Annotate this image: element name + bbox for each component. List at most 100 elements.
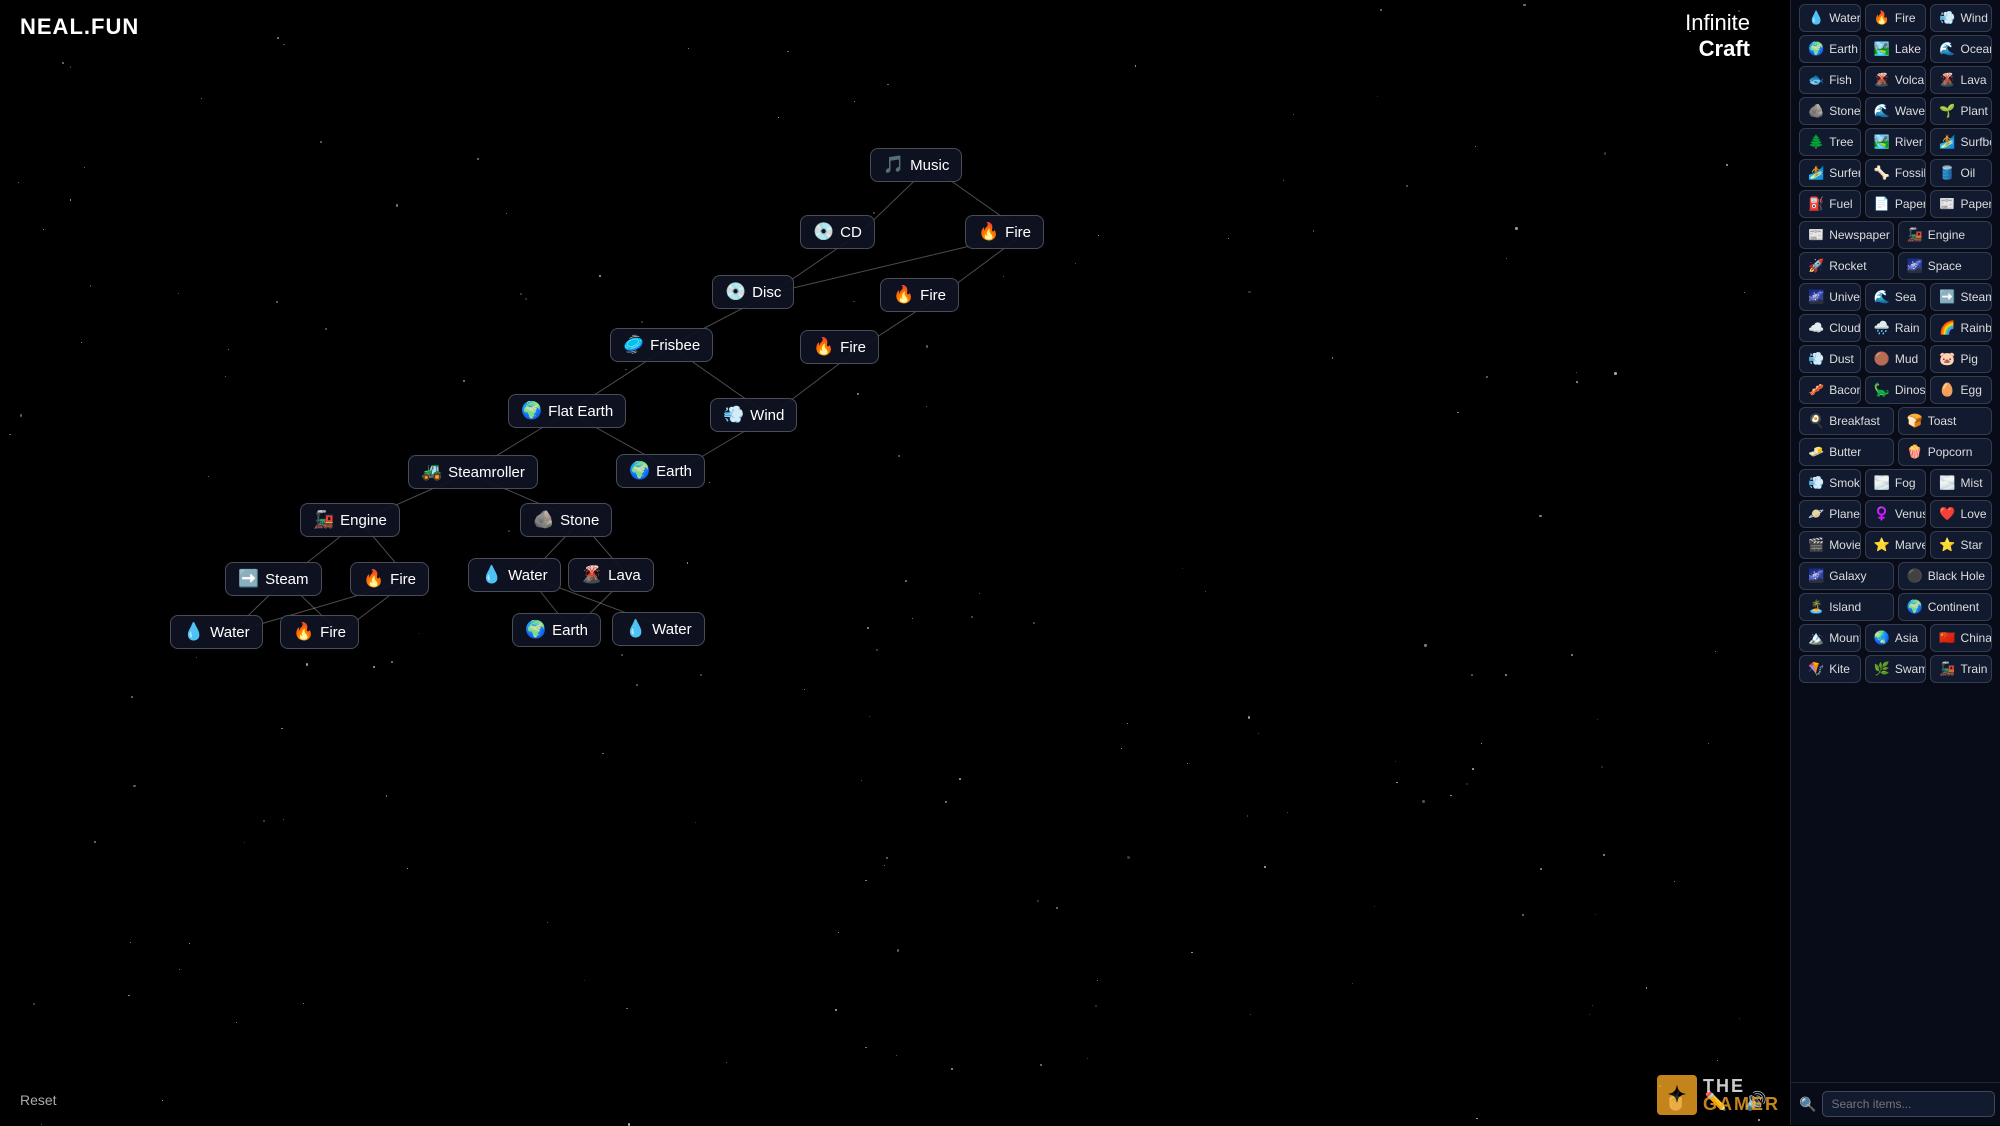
sidebar-item-oil[interactable]: 🛢️Oil [1930, 159, 1992, 187]
node-engine1[interactable]: 🚂Engine [300, 503, 400, 537]
sidebar-item-surfboard[interactable]: 🏄Surfboard [1930, 128, 1992, 156]
sidebar-item-island[interactable]: 🏝️Island [1799, 593, 1894, 621]
node-earth1[interactable]: 🌍Earth [616, 454, 705, 488]
sidebar-emoji-planet: 🪐 [1808, 506, 1824, 522]
sidebar-item-love[interactable]: ❤️Love [1930, 500, 1992, 528]
node-fire5[interactable]: 🔥Fire [280, 615, 359, 649]
node-label-fire5: Fire [320, 624, 346, 641]
sidebar-item-stone[interactable]: 🪨Stone [1799, 97, 1861, 125]
node-frisbee[interactable]: 🥏Frisbee [610, 328, 713, 362]
sidebar-item-tree[interactable]: 🌲Tree [1799, 128, 1861, 156]
sidebar-emoji-galaxy: 🌌 [1808, 568, 1824, 584]
sidebar-emoji-china: 🇨🇳 [1939, 630, 1955, 646]
sidebar-item-marvel[interactable]: ⭐Marvel [1865, 531, 1927, 559]
node-flatearth[interactable]: 🌍Flat Earth [508, 394, 626, 428]
sidebar-item-engine[interactable]: 🚂Engine [1898, 221, 1993, 249]
sidebar-item-sea[interactable]: 🌊Sea [1865, 283, 1927, 311]
node-water1[interactable]: 💧Water [468, 558, 561, 592]
node-fire1[interactable]: 🔥Fire [965, 215, 1044, 249]
sidebar-item-kite[interactable]: 🪁Kite [1799, 655, 1861, 683]
sidebar-item-surfer[interactable]: 🏄Surfer [1799, 159, 1861, 187]
sidebar-item-rain[interactable]: 🌧️Rain [1865, 314, 1927, 342]
sidebar-item-fossil[interactable]: 🦴Fossil [1865, 159, 1927, 187]
sidebar-label-rainbow: Rainbow [1961, 321, 1992, 335]
sidebar-item-lake[interactable]: 🏞️Lake [1865, 35, 1927, 63]
sidebar-item-star[interactable]: ⭐Star [1930, 531, 1992, 559]
sidebar-item-bacon[interactable]: 🥓Bacon [1799, 376, 1861, 404]
sidebar-row-21: 🪁Kite🌿Swamp🚂Train [1799, 655, 1992, 683]
sidebar-item-rocket[interactable]: 🚀Rocket [1799, 252, 1894, 280]
sidebar-item-fire[interactable]: 🔥Fire [1865, 4, 1927, 32]
sidebar-item-movie[interactable]: 🎬Movie [1799, 531, 1861, 559]
sidebar-item-venus[interactable]: ♀️Venus [1865, 500, 1927, 528]
sidebar-item-butter[interactable]: 🧈Butter [1799, 438, 1894, 466]
sidebar-item-asia[interactable]: 🌏Asia [1865, 624, 1927, 652]
sidebar-item-cloud[interactable]: ☁️Cloud [1799, 314, 1861, 342]
sidebar-item-planet[interactable]: 🪐Planet [1799, 500, 1861, 528]
sidebar-item-breakfast[interactable]: 🍳Breakfast [1799, 407, 1894, 435]
sidebar-item-space[interactable]: 🌌Space [1898, 252, 1993, 280]
sidebar-emoji-rainbow: 🌈 [1939, 320, 1955, 336]
sidebar-item-toast[interactable]: 🍞Toast [1898, 407, 1993, 435]
sidebar-item-egg[interactable]: 🥚Egg [1930, 376, 1992, 404]
node-fire2[interactable]: 🔥Fire [880, 278, 959, 312]
node-stone[interactable]: 🪨Stone [520, 503, 612, 537]
sidebar-item-wind[interactable]: 💨Wind [1930, 4, 1992, 32]
sidebar-item-plant[interactable]: 🌱Plant [1930, 97, 1992, 125]
node-steam[interactable]: ➡️Steam [225, 562, 322, 596]
sidebar-item-water[interactable]: 💧Water [1799, 4, 1861, 32]
node-earth2[interactable]: 🌍Earth [512, 613, 601, 647]
sidebar-item-pig[interactable]: 🐷Pig [1930, 345, 1992, 373]
sidebar-row-11: 💨Dust🟤Mud🐷Pig [1799, 345, 1992, 373]
sidebar-row-4: 🌲Tree🏞️River🏄Surfboard [1799, 128, 1992, 156]
sidebar-item-fuel[interactable]: ⛽Fuel [1799, 190, 1861, 218]
sidebar-item-smoke[interactable]: 💨Smoke [1799, 469, 1861, 497]
node-cd[interactable]: 💿CD [800, 215, 875, 249]
node-water3[interactable]: 💧Water [612, 612, 705, 646]
sidebar-item-rainbow[interactable]: 🌈 Rainbow [1930, 314, 1992, 342]
sidebar-item-swamp[interactable]: 🌿Swamp [1865, 655, 1927, 683]
sidebar-item-galaxy[interactable]: 🌌Galaxy [1799, 562, 1894, 590]
sidebar-item-paperboy[interactable]: 📰Paperboy [1930, 190, 1992, 218]
sidebar-item-popcorn[interactable]: 🍿Popcorn [1898, 438, 1993, 466]
node-disc[interactable]: 💿Disc [712, 275, 794, 309]
sidebar-item-china[interactable]: 🇨🇳 China [1930, 624, 1992, 652]
sidebar-label-china: China [1961, 631, 1992, 645]
sidebar-item-black-hole[interactable]: ⚫Black Hole [1898, 562, 1993, 590]
sidebar-item-steam[interactable]: ➡️Steam [1930, 283, 1992, 311]
sidebar-item-dust[interactable]: 💨Dust [1799, 345, 1861, 373]
reset-button[interactable]: Reset [20, 1092, 57, 1108]
sidebar-row-10: ☁️Cloud🌧️Rain 🌈 Rainbow [1799, 314, 1992, 342]
sidebar-label-kite: Kite [1829, 662, 1850, 676]
sidebar-item-mist[interactable]: 🌫️Mist [1930, 469, 1992, 497]
sidebar-item-continent[interactable]: 🌍Continent [1898, 593, 1993, 621]
sidebar-item-earth[interactable]: 🌍Earth [1799, 35, 1861, 63]
sidebar-item-river[interactable]: 🏞️River [1865, 128, 1927, 156]
sidebar-item-paper[interactable]: 📄Paper [1865, 190, 1927, 218]
sidebar-item-universe[interactable]: 🌌Universe [1799, 283, 1861, 311]
sidebar-item-ocean[interactable]: 🌊Ocean [1930, 35, 1992, 63]
sidebar-label-surfer: Surfer [1829, 166, 1860, 180]
sidebar-item-dinosaur[interactable]: 🦕Dinosaur [1865, 376, 1927, 404]
sidebar-item-fish[interactable]: 🐟Fish [1799, 66, 1861, 94]
node-music[interactable]: 🎵Music [870, 148, 962, 182]
node-lava[interactable]: 🌋Lava [568, 558, 654, 592]
sidebar-item-wave[interactable]: 🌊Wave [1865, 97, 1927, 125]
sidebar-item-train[interactable]: 🚂Train [1930, 655, 1992, 683]
node-water2[interactable]: 💧Water [170, 615, 263, 649]
sidebar-item-mud[interactable]: 🟤Mud [1865, 345, 1927, 373]
sidebar-item-volcano[interactable]: 🌋Volcano [1865, 66, 1927, 94]
search-input[interactable] [1822, 1091, 1995, 1117]
sidebar-item-fog[interactable]: 🌫️Fog [1865, 469, 1927, 497]
node-fire4[interactable]: 🔥Fire [350, 562, 429, 596]
node-wind[interactable]: 💨Wind [710, 398, 797, 432]
sidebar-row-14: 🧈Butter🍿Popcorn [1799, 438, 1992, 466]
node-steamroller[interactable]: 🚜Steamroller [408, 455, 538, 489]
sidebar-item-newspaper[interactable]: 📰Newspaper [1799, 221, 1894, 249]
sidebar-label-fog: Fog [1895, 476, 1916, 490]
sidebar-emoji-rain: 🌧️ [1874, 320, 1890, 336]
sidebar-item-lava[interactable]: 🌋Lava [1930, 66, 1992, 94]
sidebar-label-egg: Egg [1961, 383, 1982, 397]
sidebar-item-mountain[interactable]: 🏔️Mountain [1799, 624, 1861, 652]
node-fire3[interactable]: 🔥Fire [800, 330, 879, 364]
